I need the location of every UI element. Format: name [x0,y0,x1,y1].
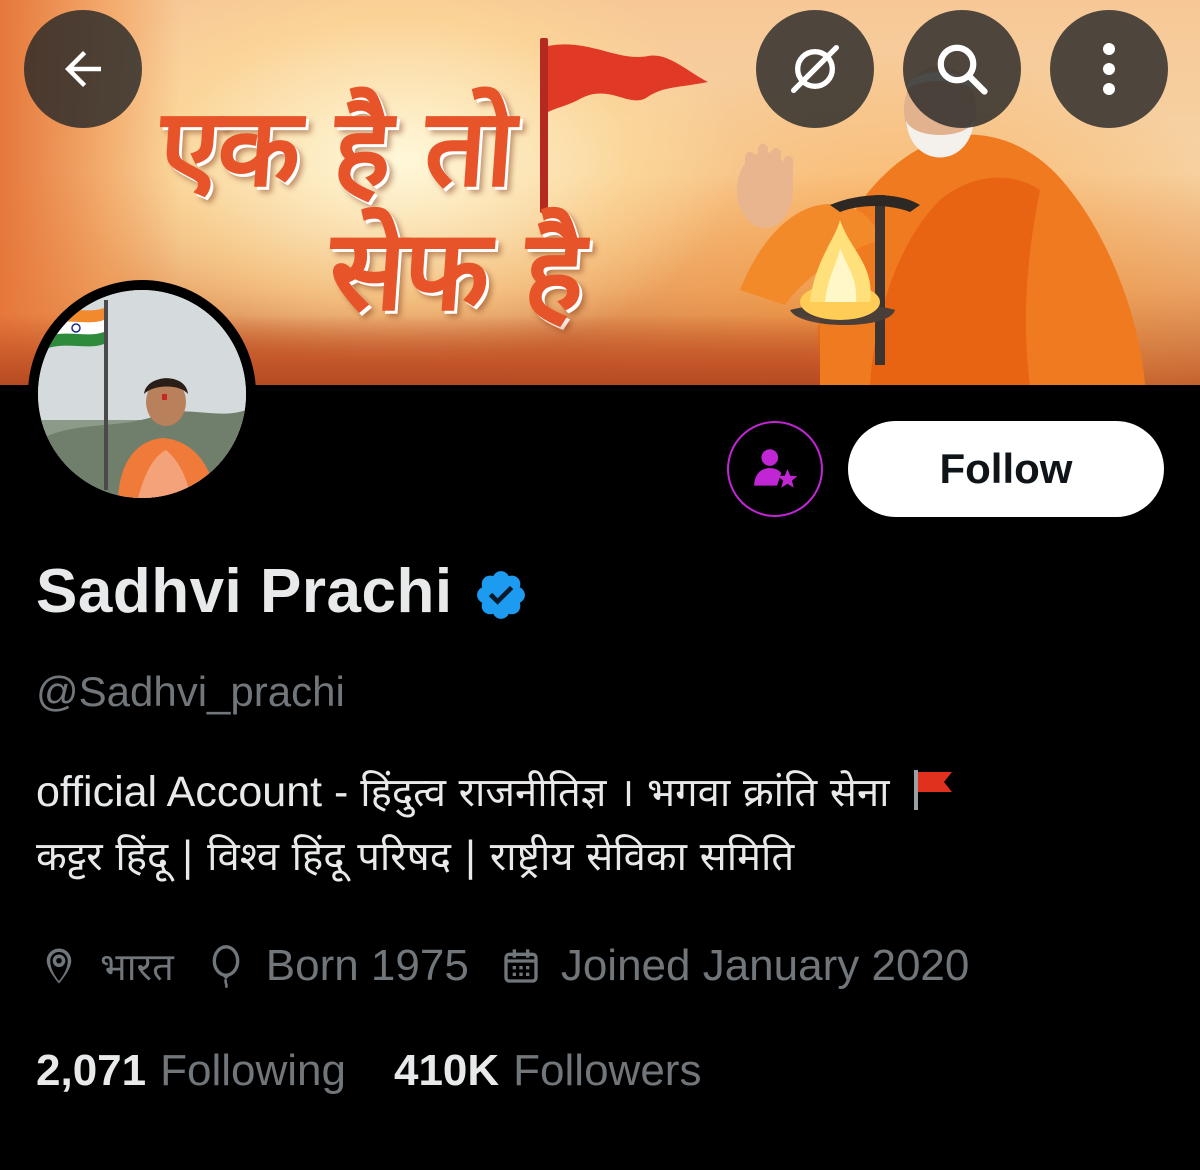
profile-handle: @Sadhvi_prachi [36,668,345,715]
more-options-button[interactable] [1050,10,1168,128]
red-flag-emoji [914,770,953,810]
bio-line-2: कट्टर हिंदू | विश्व हिंदू परिषद | राष्ट्… [36,834,795,880]
profile-bio: official Account - हिंदुत्व राजनीतिज्ञ ।… [36,760,1166,889]
profile-meta: भारत Born 1975 Joined January 2020 [38,940,1001,992]
bio-line-1-latin: official Account - [36,768,361,816]
more-vertical-icon [1103,43,1115,95]
verified-badge-icon[interactable] [473,567,529,623]
arrow-left-icon [65,51,101,87]
followers-label: Followers [513,1046,702,1095]
profile-stats: 2,071 Following 410K Followers [36,1046,749,1096]
search-button[interactable] [903,10,1021,128]
meta-location: भारत [38,940,174,992]
subscribe-button[interactable] [727,421,823,517]
person-star-icon [754,449,798,488]
banner-flag-pole [540,38,548,213]
followers-count: 410K [393,1046,500,1095]
location-text: भारत [100,945,174,989]
following-stat[interactable]: 2,071 Following [36,1046,346,1096]
following-count: 2,071 [36,1046,147,1095]
avatar-photo [38,290,246,498]
name-row: Sadhvi Prachi [36,556,529,627]
joined-text: Joined January 2020 [560,941,970,990]
banner-slogan-line1: एक है तो [155,86,518,211]
grok-icon [791,45,839,93]
birth-text: Born 1975 [265,941,469,990]
banner-flag-icon [548,44,708,112]
banner-slogan-line2: सेफ है [325,206,588,336]
follow-button[interactable]: Follow [848,421,1164,517]
calendar-icon [504,949,538,983]
back-button[interactable] [24,10,142,128]
bio-line-1-devanagari: हिंदुत्व राजनीतिज्ञ । भगवा क्रांति सेना [360,770,890,816]
location-pin-icon [46,948,72,984]
search-icon [937,44,988,95]
meta-birth: Born 1975 [206,941,469,991]
bio-line-1: official Account - हिंदुत्व राजनीतिज्ञ ।… [36,760,1166,825]
following-label: Following [160,1046,346,1095]
balloon-icon [212,945,240,988]
followers-stat[interactable]: 410K Followers [394,1046,701,1096]
meta-joined: Joined January 2020 [501,941,970,991]
profile-page: एक है तो सेफ है Follow Sadhvi Prachi @Sa… [0,0,1200,1170]
profile-avatar[interactable] [28,280,256,508]
display-name: Sadhvi Prachi [36,557,453,626]
avatar-illustration [38,290,246,498]
grok-button[interactable] [756,10,874,128]
